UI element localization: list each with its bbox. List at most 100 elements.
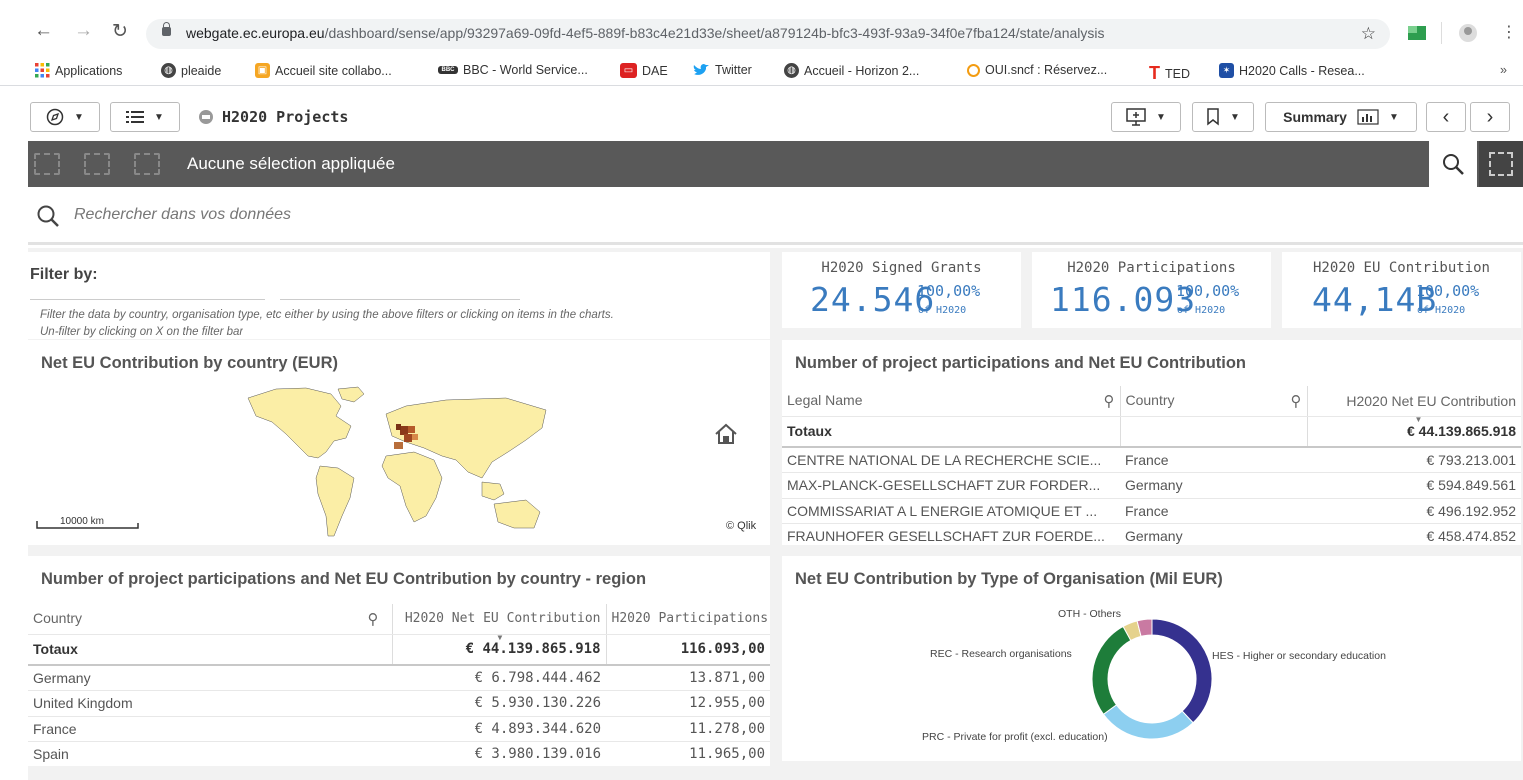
home-icon[interactable]	[714, 422, 738, 446]
participants-table-panel: Number of project participations and Net…	[782, 340, 1521, 545]
table-row[interactable]: FRAUNHOFER GESELLSCHAFT ZUR FOERDE... Ger…	[782, 523, 1521, 545]
slice-label-private: PRC - Private for profit (excl. educatio…	[922, 731, 1108, 743]
table-row[interactable]: COMMISSARIAT A L ENERGIE ATOMIQUE ET ...…	[782, 498, 1521, 524]
kpi-of-label: of H2020	[1177, 305, 1226, 316]
chevron-down-icon: ▼	[154, 111, 164, 123]
kpi-participations[interactable]: H2020 Participations 116.093 100,00% of …	[1032, 252, 1271, 328]
scale-label: 10000 km	[60, 516, 104, 527]
donut-chart-title: Net EU Contribution by Type of Organisat…	[795, 570, 1223, 588]
sort-desc-indicator[interactable]: ▼	[1415, 416, 1423, 424]
filter-hint: Filter the data by country, organisation…	[40, 309, 614, 321]
table-row[interactable]: Germany € 6.798.444.462 13.871,00	[28, 665, 770, 691]
back-arrow-icon[interactable]: ←	[34, 20, 53, 42]
table-header-row: Country ⚲ H2020 Net EU Contribution H2020…	[28, 604, 770, 635]
forward-arrow-icon[interactable]: →	[74, 20, 93, 42]
donut-chart[interactable]	[1087, 614, 1217, 744]
search-icon[interactable]: ⚲	[1291, 392, 1302, 410]
bookmark-bbc[interactable]: BBC BBC - World Service...	[438, 63, 588, 77]
address-bar[interactable]: webgate.ec.europa.eu/dashboard/sense/app…	[146, 19, 1390, 49]
totals-participations: 116.093,00	[605, 634, 770, 666]
bookmark-h2020-calls[interactable]: ✶ H2020 Calls - Resea...	[1219, 63, 1365, 78]
donut-chart-panel[interactable]: Net EU Contribution by Type of Organisat…	[782, 556, 1521, 761]
globe-icon: ◍	[161, 63, 176, 78]
bookmark-label: TED	[1165, 66, 1190, 81]
column-header-participations[interactable]: H2020 Participations	[605, 604, 770, 635]
selections-tool-button[interactable]	[1479, 141, 1523, 187]
selection-tool-icon	[1489, 152, 1513, 176]
kpi-percent: 100,00%	[917, 282, 981, 300]
browser-toolbar: ← → ↻ webgate.ec.europa.eu/dashboard/sen…	[0, 0, 1523, 56]
table-row[interactable]: France € 4.893.344.620 11.278,00	[28, 716, 770, 742]
filter-field-1[interactable]	[30, 299, 265, 300]
kebab-menu-icon[interactable]: ⋮	[1501, 22, 1517, 42]
lock-icon	[162, 22, 171, 36]
bookmark-pleaide[interactable]: ◍ pleaide	[161, 63, 221, 78]
bookmark-label: OUI.sncf : Réservez...	[985, 63, 1108, 77]
sort-desc-indicator[interactable]: ▼	[498, 634, 503, 642]
no-selection-text: Aucune sélection appliquée	[187, 154, 395, 173]
storytelling-button[interactable]: ▼	[1111, 102, 1181, 132]
table-row[interactable]: Spain € 3.980.139.016 11.965,00	[28, 741, 770, 766]
previous-sheet-button[interactable]: ‹	[1426, 102, 1466, 132]
kpi-signed-grants[interactable]: H2020 Signed Grants 24.546 100,00% of H2…	[782, 252, 1021, 328]
list-menu-icon	[126, 111, 145, 123]
bookmarks-button[interactable]: ▼	[1192, 102, 1254, 132]
bookmark-oui-sncf[interactable]: OUI.sncf : Réservez...	[967, 63, 1107, 77]
data-search-bar[interactable]: Rechercher dans vos données	[28, 187, 1523, 245]
donut-slice-hes[interactable]	[1151, 618, 1213, 724]
kpi-label: H2020 EU Contribution	[1312, 260, 1490, 276]
search-icon[interactable]: ⚲	[1104, 392, 1115, 410]
kpi-eu-contribution[interactable]: H2020 EU Contribution 44,14B 100,00% of …	[1282, 252, 1521, 328]
bookmark-applications[interactable]: Applications	[35, 63, 122, 78]
dae-icon: ▭	[620, 63, 637, 78]
donut-slice-prc[interactable]	[1102, 704, 1194, 740]
bookmark-accueil-collabo[interactable]: ▣ Accueil site collabo...	[255, 63, 392, 78]
map-panel[interactable]: Net EU Contribution by country (EUR) 100…	[28, 340, 770, 545]
chevron-down-icon: ▼	[74, 111, 84, 123]
table-row[interactable]: United Kingdom € 5.930.130.226 12.955,00	[28, 690, 770, 717]
reload-icon[interactable]: ↻	[112, 20, 128, 43]
totals-label: Totaux	[28, 634, 392, 666]
next-sheet-button[interactable]: ›	[1470, 102, 1510, 132]
country-table-panel: Number of project participations and Net…	[28, 556, 770, 766]
global-menu-button[interactable]: ▼	[110, 102, 180, 132]
sheet-selector-button[interactable]: Summary ▼	[1265, 102, 1417, 132]
compass-icon	[46, 108, 64, 126]
bookmark-label: Applications	[55, 63, 123, 78]
country-table: Country ⚲ H2020 Net EU Contribution H2020…	[28, 604, 770, 766]
bookmark-label: Accueil site collabo...	[275, 63, 392, 78]
bookmark-ted[interactable]: T TED	[1149, 63, 1190, 84]
bookmark-twitter[interactable]: Twitter	[693, 63, 752, 77]
bookmark-horizon[interactable]: ◍ Accueil - Horizon 2...	[784, 63, 919, 78]
search-placeholder: Rechercher dans vos données	[74, 206, 292, 223]
eu-flag-icon: ✶	[1219, 63, 1234, 78]
filter-field-2[interactable]	[280, 299, 520, 300]
country-table-title: Number of project participations and Net…	[41, 570, 647, 588]
smart-search-button[interactable]	[1429, 141, 1477, 187]
column-header-contribution[interactable]: H2020 Net EU Contribution	[391, 604, 606, 635]
extension-icon[interactable]	[1407, 24, 1427, 42]
column-header-country[interactable]: Country ⚲	[1119, 386, 1307, 417]
bookmark-dae[interactable]: ▭ DAE	[620, 63, 668, 78]
kpi-label: H2020 Participations	[1067, 260, 1236, 276]
profile-avatar-icon[interactable]	[1458, 23, 1478, 43]
step-back-icon[interactable]	[34, 153, 60, 175]
clear-all-selections-icon[interactable]	[134, 153, 160, 175]
bookmark-label: pleaide	[181, 63, 222, 78]
navigation-menu-button[interactable]: ▼	[30, 102, 100, 132]
search-icon[interactable]: ⚲	[368, 610, 379, 628]
world-map[interactable]	[246, 386, 554, 545]
step-forward-icon[interactable]	[84, 153, 110, 175]
column-header-country[interactable]: Country ⚲	[28, 604, 392, 635]
presentation-icon	[1126, 108, 1146, 126]
bookmark-star-icon[interactable]: ☆	[1361, 24, 1376, 44]
table-row[interactable]: MAX-PLANCK-GESELLSCHAFT ZUR FORDER... Ger…	[782, 472, 1521, 499]
sheet-canvas: Filter by: Filter the data by country, o…	[28, 248, 1523, 780]
filter-hint-unfilter: Un-filter by clicking on X on the filter…	[40, 326, 244, 338]
table-row[interactable]: CENTRE NATIONAL DE LA RECHERCHE SCIE... F…	[782, 447, 1521, 473]
totals-row: Totaux ▼ € 44.139.865.918	[782, 416, 1521, 448]
column-header-contribution[interactable]: H2020 Net EU Contribution	[1306, 386, 1521, 417]
column-header-legal-name[interactable]: Legal Name ⚲	[782, 386, 1120, 417]
bookmarks-overflow[interactable]: »	[1500, 63, 1507, 77]
donut-slice-rec[interactable]	[1091, 625, 1132, 715]
